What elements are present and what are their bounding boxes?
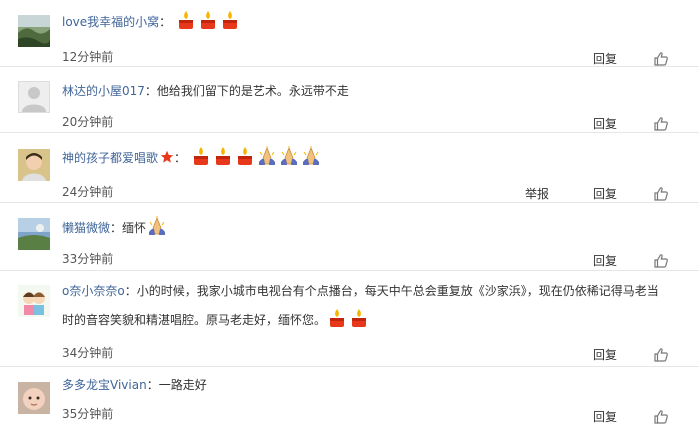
- reply-button[interactable]: 回复: [593, 347, 617, 363]
- comment-body: 懒猫微微：缅怀: [62, 216, 669, 238]
- separator: ：: [110, 221, 123, 235]
- candle-icon: [237, 147, 252, 165]
- comment-text: 他给我们留下的是艺术。永远带不走: [156, 84, 349, 98]
- emoji-row: [186, 146, 322, 165]
- avatar[interactable]: [18, 382, 50, 414]
- separator: ：: [144, 84, 157, 98]
- praying-hands-icon: [149, 216, 166, 235]
- comment-time: 20分钟前: [62, 115, 114, 129]
- thumbs-up-icon[interactable]: [653, 347, 669, 363]
- comment-body: 神的孩子都爱唱歌 ：: [62, 146, 669, 168]
- avatar[interactable]: [18, 81, 50, 113]
- reply-button[interactable]: 回复: [593, 116, 617, 132]
- comment-time: 35分钟前: [62, 407, 114, 421]
- comment-author[interactable]: 神的孩子都爱唱歌: [62, 151, 158, 165]
- candle-icon: [330, 309, 345, 327]
- comment-time: 33分钟前: [62, 252, 114, 266]
- star-badge-icon: [160, 150, 174, 163]
- emoji-row: [326, 309, 370, 327]
- comment-body: 林达的小屋017：他给我们留下的是艺术。永远带不走: [62, 81, 669, 101]
- comment-item: 神的孩子都爱唱歌 ： 24分钟前 举报 回复: [0, 132, 699, 202]
- comment-author[interactable]: o奈小奈奈o: [62, 284, 125, 298]
- avatar[interactable]: [18, 149, 50, 181]
- reply-button[interactable]: 回复: [593, 51, 617, 67]
- comment-body: 多多龙宝Vivian：一路走好: [62, 375, 669, 395]
- thumbs-up-icon[interactable]: [653, 409, 669, 425]
- comment-text: 缅怀: [122, 221, 147, 235]
- comment-text: 一路走好: [158, 378, 207, 392]
- comment-author[interactable]: 多多龙宝Vivian: [62, 378, 147, 392]
- comment-time: 24分钟前: [62, 185, 114, 199]
- thumbs-up-icon[interactable]: [653, 253, 669, 269]
- comment-list: love我幸福的小窝： 12分钟前 回复 林达的小屋017：他给我们留下的是艺术…: [0, 0, 699, 436]
- comment-author[interactable]: 懒猫微微: [62, 221, 110, 235]
- praying-hands-icon: [302, 146, 319, 165]
- separator: ：: [124, 284, 137, 298]
- comment-item: 多多龙宝Vivian：一路走好 35分钟前 回复: [0, 366, 699, 436]
- comment-time: 12分钟前: [62, 50, 114, 64]
- candle-icon: [193, 147, 208, 165]
- comment-item: 林达的小屋017：他给我们留下的是艺术。永远带不走 20分钟前 回复: [0, 66, 699, 132]
- thumbs-up-icon[interactable]: [653, 116, 669, 132]
- praying-hands-icon: [280, 146, 297, 165]
- candle-icon: [223, 11, 238, 29]
- separator: ：: [174, 151, 187, 165]
- comment-body: love我幸福的小窝：: [62, 10, 669, 32]
- comment-time: 34分钟前: [62, 346, 114, 360]
- emoji-row: [171, 11, 241, 29]
- praying-hands-icon: [258, 146, 275, 165]
- comment-item: love我幸福的小窝： 12分钟前 回复: [0, 0, 699, 66]
- report-button[interactable]: 举报: [525, 186, 549, 202]
- comment-item: o奈小奈奈o：小的时候，我家小城市电视台有个点播台，每天中午总会重复放《沙家浜》…: [0, 270, 699, 366]
- separator: ：: [159, 15, 172, 29]
- reply-button[interactable]: 回复: [593, 409, 617, 425]
- comment-body: o奈小奈奈o：小的时候，我家小城市电视台有个点播台，每天中午总会重复放《沙家浜》…: [62, 277, 669, 335]
- candle-icon: [215, 147, 230, 165]
- separator: ：: [146, 378, 159, 392]
- avatar[interactable]: [18, 285, 50, 317]
- reply-button[interactable]: 回复: [593, 253, 617, 269]
- comment-author[interactable]: 林达的小屋017: [62, 84, 145, 98]
- avatar[interactable]: [18, 15, 50, 47]
- candle-icon: [352, 309, 367, 327]
- candle-icon: [179, 11, 194, 29]
- candle-icon: [201, 11, 216, 29]
- comment-item: 懒猫微微：缅怀 33分钟前 回复: [0, 202, 699, 270]
- thumbs-up-icon[interactable]: [653, 186, 669, 202]
- avatar[interactable]: [18, 218, 50, 250]
- thumbs-up-icon[interactable]: [653, 51, 669, 67]
- comment-author[interactable]: love我幸福的小窝: [62, 15, 159, 29]
- reply-button[interactable]: 回复: [593, 186, 617, 202]
